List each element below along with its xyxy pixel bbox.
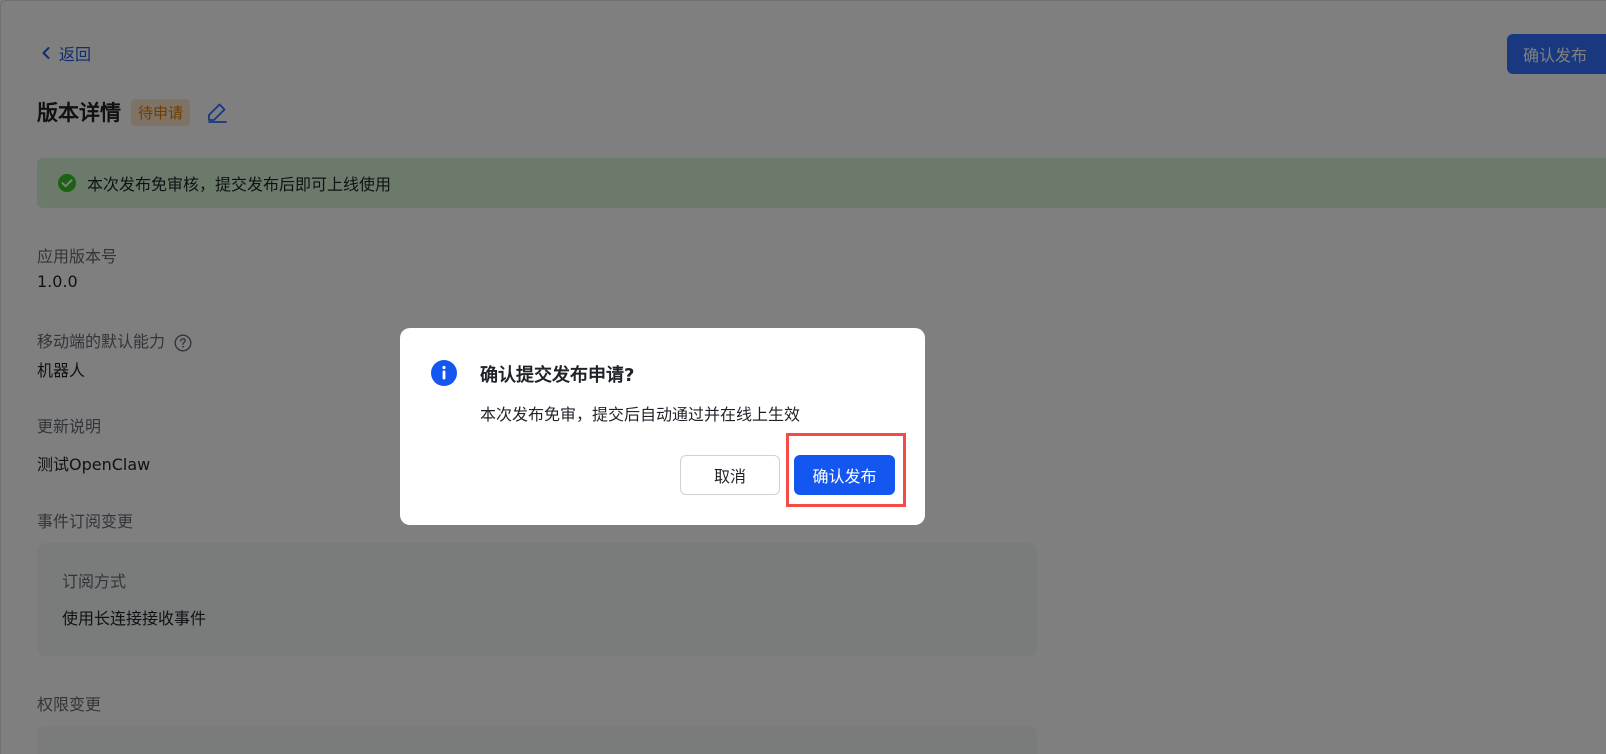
- info-circle-icon: [431, 360, 457, 386]
- confirm-dialog: 确认提交发布申请? 本次发布免审，提交后自动通过并在线上生效 取消 确认发布: [400, 328, 925, 525]
- dialog-description: 本次发布免审，提交后自动通过并在线上生效: [480, 405, 801, 424]
- cancel-button[interactable]: 取消: [680, 455, 780, 495]
- confirm-publish-button[interactable]: 确认发布: [794, 455, 895, 495]
- dialog-title: 确认提交发布申请?: [480, 365, 635, 386]
